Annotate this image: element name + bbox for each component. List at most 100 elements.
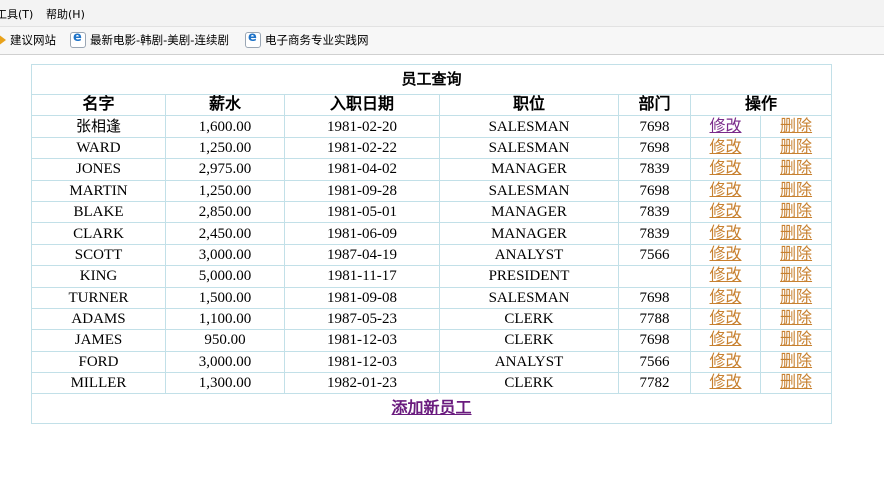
cell-hiredate: 1981-11-17 [284, 265, 440, 288]
cell-hiredate: 1987-05-23 [284, 307, 440, 331]
menu-tools[interactable]: 工具(T) [0, 6, 33, 22]
browser-menu-bar: 工具(T) 帮助(H) [0, 0, 884, 27]
cell-salary: 1,300.00 [165, 372, 285, 395]
delete-link[interactable]: 删除 [780, 182, 812, 199]
cell-dept: 7839 [618, 158, 691, 181]
delete-link[interactable]: 删除 [780, 160, 812, 177]
cell-delete: 删除 [759, 179, 833, 202]
menu-help[interactable]: 帮助(H) [46, 6, 85, 22]
cell-edit: 修改 [690, 222, 761, 245]
cell-delete: 删除 [759, 265, 833, 288]
cell-delete: 删除 [759, 243, 833, 267]
add-employee-link[interactable]: 添加新员工 [392, 400, 472, 417]
add-row: 添加新员工 [30, 393, 833, 425]
delete-link[interactable]: 删除 [780, 331, 812, 348]
edit-link[interactable]: 修改 [709, 225, 741, 242]
table-row: MARTIN 1,250.00 1981-09-28 SALESMAN 7698 修改 删除 [31, 179, 833, 202]
delete-link[interactable]: 删除 [780, 374, 812, 391]
header-row: 名字 薪水 入职日期 职位 部门 操作 [31, 93, 833, 117]
cell-job: MANAGER [439, 222, 619, 245]
cell-job: ANALYST [439, 350, 619, 374]
cell-name: TURNER [31, 286, 166, 309]
edit-link[interactable]: 修改 [709, 374, 741, 391]
cell-name: MILLER [31, 372, 166, 395]
cell-salary: 3,000.00 [165, 243, 285, 267]
cell-name: ADAMS [31, 307, 166, 331]
cell-hiredate: 1981-06-09 [284, 222, 440, 245]
cell-name: 张相逢 [31, 115, 166, 138]
cell-name: BLAKE [31, 200, 166, 224]
employee-table: 员工查询 名字 薪水 入职日期 职位 部门 操作 张相逢 1,600.00 1981… [30, 64, 833, 425]
edit-link[interactable]: 修改 [709, 182, 741, 199]
delete-link[interactable]: 删除 [780, 118, 812, 135]
cell-dept: 7839 [618, 200, 691, 224]
cell-dept: 7698 [618, 115, 691, 138]
favorites-bar: 建议网站 最新电影-韩剧-美剧-连续剧 电子商务专业实践网 [0, 27, 884, 55]
delete-link[interactable]: 删除 [780, 267, 812, 284]
cell-name: CLARK [31, 222, 166, 245]
cell-dept: 7566 [618, 243, 691, 267]
cell-delete: 删除 [759, 136, 833, 160]
edit-link[interactable]: 修改 [709, 118, 741, 135]
edit-link[interactable]: 修改 [709, 289, 741, 306]
table-row: JAMES 950.00 1981-12-03 CLERK 7698 修改 删除 [31, 329, 833, 352]
favorite-label: 建议网站 [10, 33, 56, 47]
header-dept: 部门 [618, 93, 691, 117]
edit-link[interactable]: 修改 [709, 246, 741, 263]
cell-delete: 删除 [759, 115, 833, 138]
table-row: 张相逢 1,600.00 1981-02-20 SALESMAN 7698 修改 删除 [31, 115, 833, 138]
cell-salary: 2,850.00 [165, 200, 285, 224]
edit-link[interactable]: 修改 [709, 267, 741, 284]
cell-edit: 修改 [690, 372, 761, 395]
edit-link[interactable]: 修改 [709, 160, 741, 177]
cell-job: SALESMAN [439, 136, 619, 160]
cell-hiredate: 1981-09-08 [284, 286, 440, 309]
favorite-ecommerce[interactable]: 电子商务专业实践网 [245, 30, 369, 48]
delete-link[interactable]: 删除 [780, 310, 812, 327]
edit-link[interactable]: 修改 [709, 353, 741, 370]
delete-link[interactable]: 删除 [780, 203, 812, 220]
edit-link[interactable]: 修改 [709, 139, 741, 156]
edit-link[interactable]: 修改 [709, 310, 741, 327]
table-row: SCOTT 3,000.00 1987-04-19 ANALYST 7566 修改 删除 [31, 243, 833, 267]
cell-dept: 7698 [618, 179, 691, 202]
header-name: 名字 [31, 93, 166, 117]
cell-edit: 修改 [690, 286, 761, 309]
delete-link[interactable]: 删除 [780, 139, 812, 156]
delete-link[interactable]: 删除 [780, 246, 812, 263]
cell-name: WARD [31, 136, 166, 160]
edit-link[interactable]: 修改 [709, 331, 741, 348]
cell-dept: 7698 [618, 286, 691, 309]
delete-link[interactable]: 删除 [780, 225, 812, 242]
cell-hiredate: 1981-12-03 [284, 350, 440, 374]
favorite-label: 最新电影-韩剧-美剧-连续剧 [90, 33, 229, 47]
cell-salary: 1,100.00 [165, 307, 285, 331]
cell-dept: 7698 [618, 329, 691, 352]
header-job: 职位 [439, 93, 619, 117]
cell-salary: 2,450.00 [165, 222, 285, 245]
delete-link[interactable]: 删除 [780, 353, 812, 370]
cell-edit: 修改 [690, 136, 761, 160]
favorite-suggested-sites[interactable]: 建议网站 [0, 32, 56, 48]
table-row: JONES 2,975.00 1981-04-02 MANAGER 7839 修改 删除 [31, 158, 833, 181]
cell-edit: 修改 [690, 200, 761, 224]
cell-hiredate: 1982-01-23 [284, 372, 440, 395]
suggested-sites-icon [0, 34, 6, 46]
cell-job: CLERK [439, 372, 619, 395]
edit-link[interactable]: 修改 [709, 203, 741, 220]
cell-hiredate: 1987-04-19 [284, 243, 440, 267]
cell-salary: 1,250.00 [165, 179, 285, 202]
cell-delete: 删除 [759, 200, 833, 224]
cell-edit: 修改 [690, 265, 761, 288]
cell-hiredate: 1981-02-22 [284, 136, 440, 160]
delete-link[interactable]: 删除 [780, 289, 812, 306]
cell-edit: 修改 [690, 179, 761, 202]
cell-job: CLERK [439, 329, 619, 352]
cell-edit: 修改 [690, 350, 761, 374]
cell-name: JONES [31, 158, 166, 181]
table-row: BLAKE 2,850.00 1981-05-01 MANAGER 7839 修改 删除 [31, 200, 833, 224]
cell-dept: 7782 [618, 372, 691, 395]
cell-name: SCOTT [31, 243, 166, 267]
cell-salary: 3,000.00 [165, 350, 285, 374]
favorite-movies[interactable]: 最新电影-韩剧-美剧-连续剧 [70, 30, 229, 48]
